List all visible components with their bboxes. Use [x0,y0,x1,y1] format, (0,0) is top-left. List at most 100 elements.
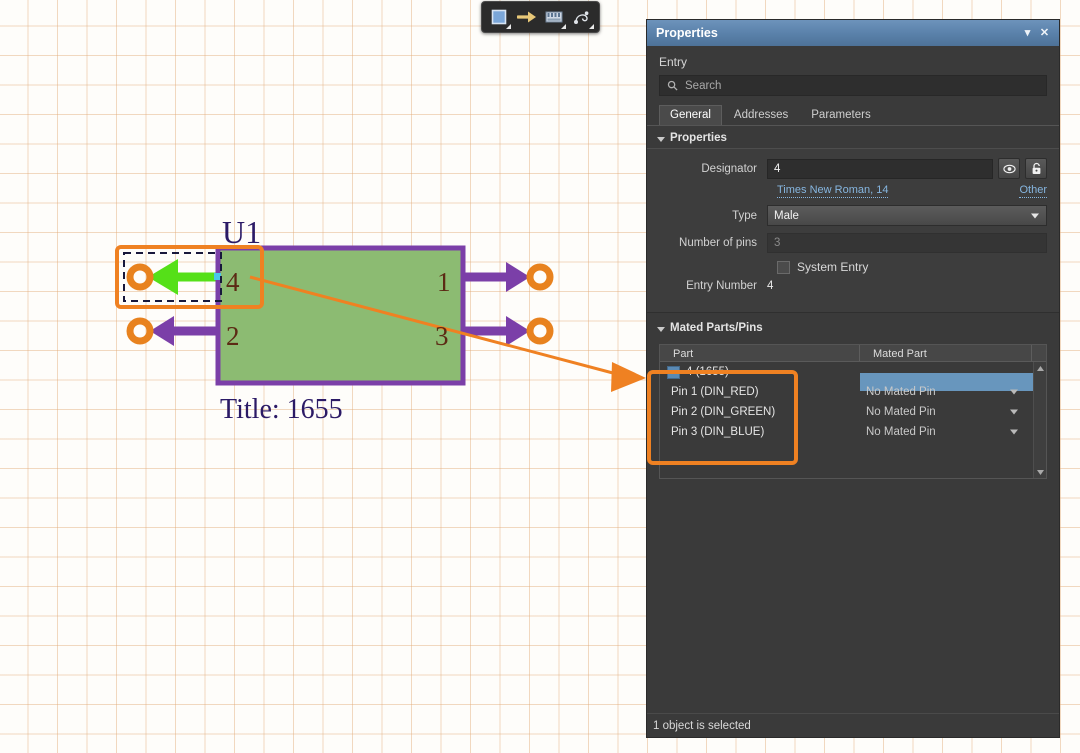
pin-number-3: 3 [435,321,449,351]
pin-1-graphic [463,262,550,292]
table-row[interactable]: − 4 (1655) [660,362,1046,382]
pin-number-4: 4 [226,267,240,297]
chevron-down-icon[interactable] [1010,390,1018,395]
column-header-part[interactable]: Part [660,345,860,361]
mated-section-header[interactable]: Mated Parts/Pins [647,313,1059,338]
harness-icon [573,9,591,25]
system-entry-label: System Entry [797,260,868,274]
type-select-value: Male [774,210,799,222]
number-of-pins-row: Number of pins 3 [659,233,1047,253]
table-row[interactable]: Pin 3 (DIN_BLUE) No Mated Pin [660,422,1046,442]
entry-number-value: 4 [767,280,773,292]
lock-icon [1031,162,1042,175]
visibility-toggle-button[interactable] [998,158,1020,179]
designator-input[interactable]: 4 [767,159,993,179]
row-part-cell[interactable]: Pin 2 (DIN_GREEN) [660,406,860,418]
component-body [218,248,463,383]
mated-parts-table[interactable]: Part Mated Part − 4 (1655) [659,344,1047,479]
visibility-eye-icon [1003,164,1016,174]
chevron-down-icon [1031,213,1039,218]
place-connector-button[interactable] [542,4,568,30]
component-title-label: Title: 1655 [220,394,343,425]
collapse-triangle-icon [657,137,665,142]
table-body: − 4 (1655) Pin 1 (DIN_RED) No Mated Pin [660,362,1046,478]
dropdown-corner-marker [506,24,511,29]
pin-number-2: 2 [226,321,240,351]
font-other-link[interactable]: Other [1019,184,1047,198]
place-arrow-button[interactable] [514,4,540,30]
tab-general[interactable]: General [659,105,722,125]
table-vertical-scrollbar[interactable] [1033,362,1046,478]
arrow-right-icon [517,9,537,25]
floating-toolbar[interactable] [481,1,600,33]
row-mated-label: No Mated Pin [866,406,936,418]
panel-title: Properties [656,26,718,40]
properties-panel: Properties ▾ ✕ Entry Search General Addr… [646,19,1060,738]
properties-form: Designator 4 Times New R [647,149,1059,313]
type-select[interactable]: Male [767,205,1047,226]
lock-toggle-button[interactable] [1025,158,1047,179]
search-placeholder: Search [685,80,721,92]
column-header-mated-part[interactable]: Mated Part [860,345,1032,361]
pin-number-1: 1 [437,267,451,297]
pin-3-graphic [463,316,550,346]
entry-number-row: Entry Number 4 [659,280,1047,292]
table-rows: − 4 (1655) Pin 1 (DIN_RED) No Mated Pin [660,362,1046,478]
number-of-pins-label: Number of pins [659,237,767,249]
scroll-up-arrow-icon[interactable] [1034,362,1046,374]
search-input[interactable]: Search [659,75,1047,96]
object-type-label: Entry [647,46,1059,75]
entry-number-label: Entry Number [659,280,767,292]
type-label: Type [659,210,767,222]
number-of-pins-input: 3 [767,233,1047,253]
column-header-spacer [1032,345,1046,361]
panel-status-bar: 1 object is selected [647,713,1059,737]
type-row: Type Male [659,205,1047,226]
table-row[interactable]: Pin 2 (DIN_GREEN) No Mated Pin [660,402,1046,422]
selection-handle [214,273,221,280]
connector-icon [545,9,563,25]
chevron-down-icon[interactable] [1010,430,1018,435]
place-rectangle-button[interactable] [486,4,512,30]
search-row: Search [647,75,1059,105]
search-icon [667,80,678,91]
panel-titlebar[interactable]: Properties ▾ ✕ [647,20,1059,46]
row-part-cell[interactable]: Pin 1 (DIN_RED) [660,386,860,398]
table-header-row: Part Mated Part [660,345,1046,362]
system-entry-checkbox[interactable] [777,261,790,274]
row-part-cell[interactable]: − 4 (1655) [660,366,860,379]
properties-section-header[interactable]: Properties [647,126,1059,149]
place-harness-button[interactable] [569,4,595,30]
dropdown-corner-marker [561,24,566,29]
row-mated-label: No Mated Pin [866,386,936,398]
font-link[interactable]: Times New Roman, 14 [777,184,888,198]
pin-4-graphic [130,259,218,295]
expand-collapse-button[interactable]: − [667,366,680,379]
tab-addresses[interactable]: Addresses [723,105,799,125]
callout-arrowhead [611,362,646,392]
row-part-label: 4 (1655) [686,366,729,378]
collapse-triangle-icon [657,327,665,332]
panel-body: Entry Search General Addresses Parameter… [647,46,1059,737]
component-designator-label: U1 [222,214,261,250]
tab-parameters[interactable]: Parameters [800,105,881,125]
status-text: 1 object is selected [653,720,751,732]
row-mated-label: No Mated Pin [866,426,936,438]
mated-section-title: Mated Parts/Pins [670,322,763,334]
properties-section-title: Properties [670,132,727,144]
tab-bar: General Addresses Parameters [647,105,1059,126]
close-icon[interactable]: ✕ [1036,25,1053,42]
row-part-cell[interactable]: Pin 3 (DIN_BLUE) [660,426,860,438]
row-mated-cell[interactable]: No Mated Pin [860,426,1046,438]
dropdown-corner-marker [589,24,594,29]
system-entry-row[interactable]: System Entry [659,260,1047,274]
designator-row: Designator 4 [659,158,1047,179]
place-rectangle-icon [491,9,507,25]
panel-menu-icon[interactable]: ▾ [1019,25,1036,42]
chevron-down-icon[interactable] [1010,410,1018,415]
font-row: Times New Roman, 14 Other [659,184,1047,198]
row-mated-cell[interactable]: No Mated Pin [860,386,1046,398]
row-mated-cell[interactable]: No Mated Pin [860,406,1046,418]
pin-2-graphic [130,316,218,346]
scroll-down-arrow-icon[interactable] [1034,466,1046,478]
